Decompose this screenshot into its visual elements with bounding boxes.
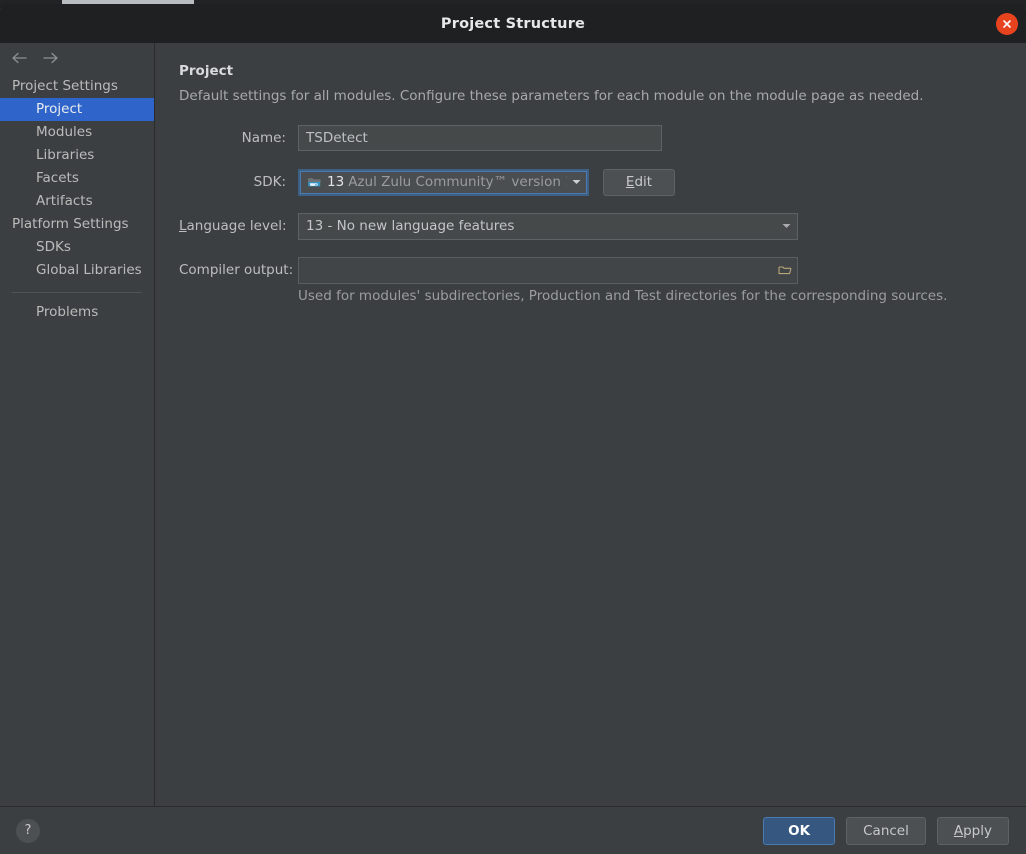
footer-buttons: OK Cancel Apply xyxy=(763,816,1009,845)
apply-button[interactable]: Apply xyxy=(936,816,1009,845)
sidebar: Project Settings Project Modules Librari… xyxy=(0,43,155,806)
sidebar-item-artifacts[interactable]: Artifacts xyxy=(0,190,154,213)
close-icon[interactable] xyxy=(996,12,1018,35)
sdk-dropdown[interactable]: 13 Azul Zulu Community™ version 13 xyxy=(298,168,589,196)
navigation-arrows xyxy=(0,45,154,71)
language-level-value: 13 - No new language features xyxy=(306,218,515,234)
folder-icon[interactable] xyxy=(773,264,797,276)
compiler-output-hint: Used for modules' subdirectories, Produc… xyxy=(298,288,948,304)
sidebar-item-facets[interactable]: Facets xyxy=(0,167,154,190)
sdk-version: 13 xyxy=(327,174,345,190)
sidebar-item-project[interactable]: Project xyxy=(0,98,154,121)
tree-group-project-settings: Project Settings xyxy=(12,78,118,94)
project-structure-dialog: Project Structure Project Settings Proje… xyxy=(0,0,1026,854)
page-title: Project xyxy=(179,63,234,79)
sdk-label: SDK: xyxy=(253,174,286,190)
sidebar-item-problems[interactable]: Problems xyxy=(0,301,154,324)
name-label: Name: xyxy=(241,130,286,146)
dialog-title: Project Structure xyxy=(440,15,586,32)
arrow-left-icon[interactable] xyxy=(10,52,28,64)
compiler-output-row: Compiler output: xyxy=(179,256,1026,284)
sidebar-item-sdks[interactable]: SDKs xyxy=(0,236,154,259)
title-bar: Project Structure xyxy=(0,4,1026,43)
settings-tree: Project Settings Project Modules Librari… xyxy=(0,75,154,324)
jdk-folder-icon xyxy=(307,175,322,189)
name-row: Name: xyxy=(179,124,1026,152)
edit-sdk-button[interactable]: Edit xyxy=(603,168,675,196)
sidebar-item-global-libraries[interactable]: Global Libraries xyxy=(0,259,154,282)
language-level-dropdown[interactable]: 13 - No new language features xyxy=(298,212,798,240)
chevron-down-icon[interactable] xyxy=(572,179,581,185)
tree-group-platform-settings: Platform Settings xyxy=(12,216,129,232)
arrow-right-icon[interactable] xyxy=(42,52,60,64)
content-panel: Project Default settings for all modules… xyxy=(155,43,1026,806)
sidebar-divider xyxy=(12,292,142,293)
question-mark-icon[interactable]: ? xyxy=(16,818,40,843)
language-level-row: Language level: 13 - No new language fea… xyxy=(179,212,1026,240)
compiler-output-field[interactable] xyxy=(298,256,798,284)
cancel-button[interactable]: Cancel xyxy=(846,816,926,845)
sdk-row: SDK: 13 Azul Zulu Community™ version 13 xyxy=(179,168,1026,196)
chevron-down-icon[interactable] xyxy=(782,223,791,229)
sidebar-item-libraries[interactable]: Libraries xyxy=(0,144,154,167)
language-level-label: Language level: xyxy=(179,218,287,234)
page-description: Default settings for all modules. Config… xyxy=(179,88,924,104)
sdk-name: Azul Zulu Community™ version 13 xyxy=(348,174,567,190)
sidebar-item-modules[interactable]: Modules xyxy=(0,121,154,144)
ok-button[interactable]: OK xyxy=(763,816,836,845)
compiler-output-label: Compiler output: xyxy=(179,262,294,278)
dialog-body: Project Settings Project Modules Librari… xyxy=(0,43,1026,806)
project-name-input[interactable] xyxy=(298,125,662,151)
dialog-footer: ? OK Cancel Apply xyxy=(0,806,1026,854)
compiler-output-input[interactable] xyxy=(299,257,773,283)
